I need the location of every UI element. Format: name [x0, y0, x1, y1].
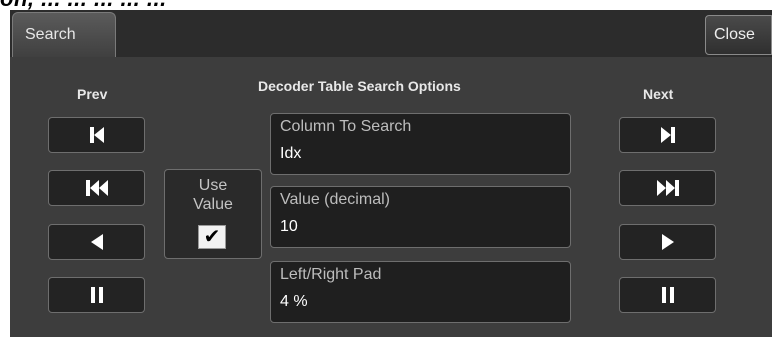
panel-title: Decoder Table Search Options — [258, 78, 461, 94]
next-pause-button[interactable] — [619, 277, 716, 313]
fast-rewind-icon — [85, 180, 108, 196]
prev-pause-button[interactable] — [48, 277, 145, 313]
next-fast-button[interactable] — [619, 170, 716, 206]
play-icon — [661, 234, 674, 250]
value-decimal-value: 10 — [280, 218, 298, 235]
next-step-button[interactable] — [619, 224, 716, 260]
column-to-search-value: Idx — [280, 145, 302, 162]
prev-step-button[interactable] — [48, 224, 145, 260]
next-heading: Next — [643, 86, 674, 102]
fast-forward-icon — [656, 180, 679, 196]
prev-heading: Prev — [77, 86, 108, 102]
use-value-label: Use Value — [193, 177, 233, 213]
use-value-checkbox[interactable]: ✔ — [198, 225, 226, 249]
pause-icon — [90, 287, 103, 303]
prev-first-button[interactable] — [48, 117, 145, 153]
tab-search-label: Search — [25, 26, 76, 43]
use-value-toggle[interactable]: Use Value ✔ — [164, 169, 262, 259]
left-right-pad-field[interactable]: Left/Right Pad 4 % — [270, 261, 571, 323]
tab-bar — [10, 10, 772, 57]
close-button[interactable]: Close — [705, 15, 772, 55]
prev-fast-button[interactable] — [48, 170, 145, 206]
column-to-search-label: Column To Search — [280, 118, 412, 135]
skip-to-last-icon — [660, 127, 675, 143]
close-button-label: Close — [714, 26, 755, 43]
tab-search[interactable]: Search — [12, 12, 116, 60]
left-right-pad-label: Left/Right Pad — [280, 266, 382, 283]
step-back-icon — [90, 234, 103, 250]
skip-to-first-icon — [89, 127, 104, 143]
pause-icon — [661, 287, 674, 303]
left-right-pad-value: 4 % — [280, 293, 308, 310]
value-decimal-label: Value (decimal) — [280, 191, 390, 208]
column-to-search-field[interactable]: Column To Search Idx — [270, 113, 571, 175]
next-last-button[interactable] — [619, 117, 716, 153]
value-decimal-field[interactable]: Value (decimal) 10 — [270, 186, 571, 248]
